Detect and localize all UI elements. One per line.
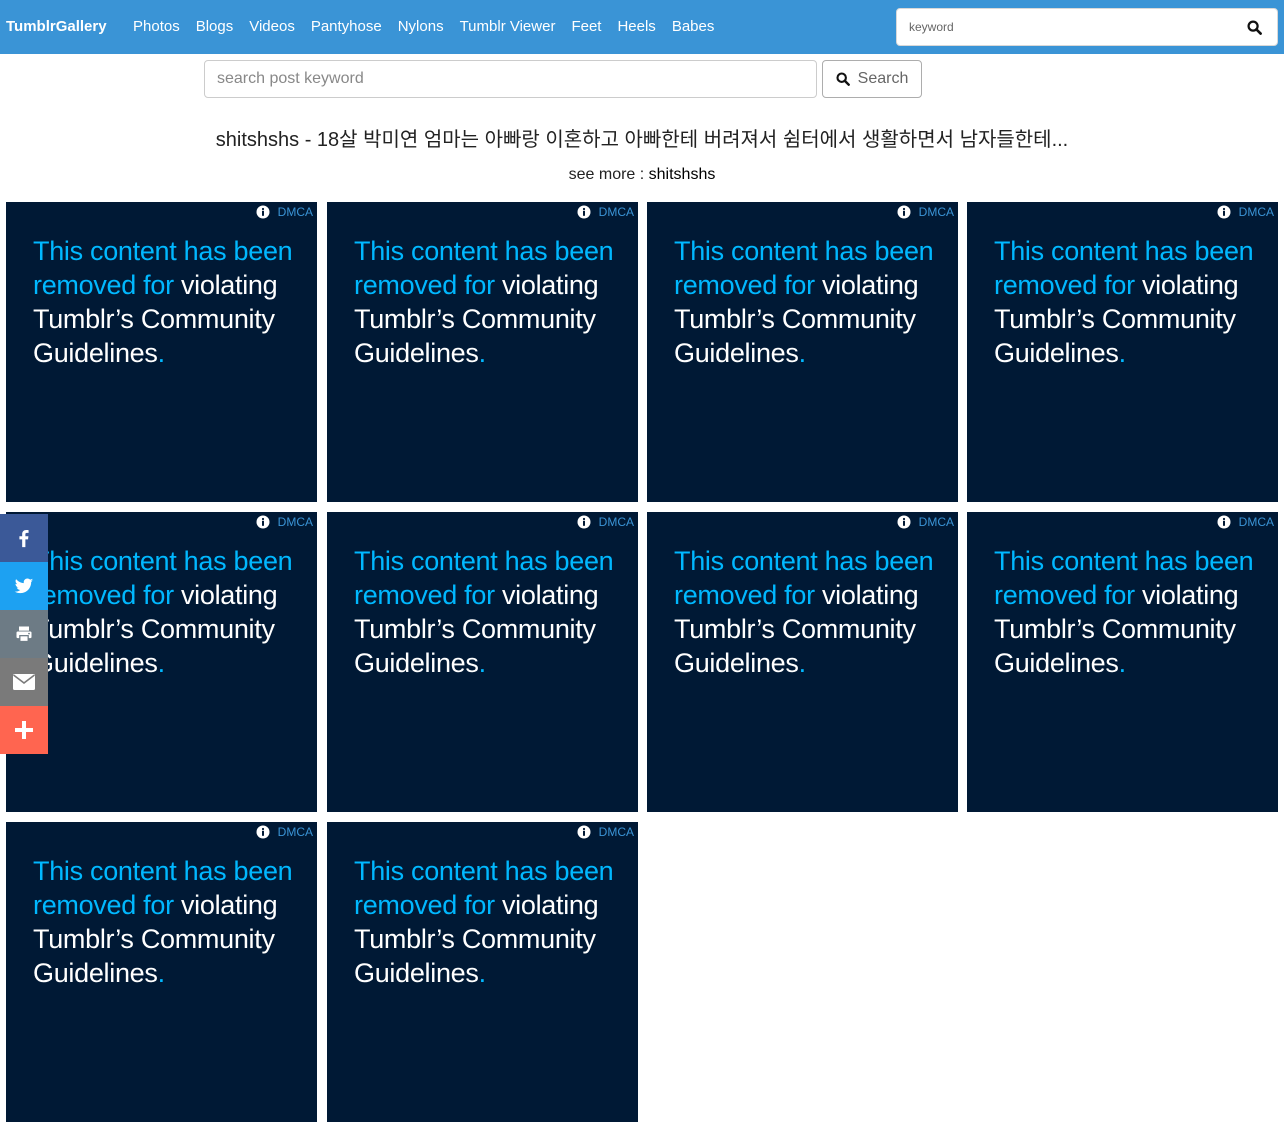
brand-logo[interactable]: TumblrGallery — [6, 18, 107, 35]
gallery-tile[interactable]: DMCA This content has been removed for v… — [647, 202, 958, 502]
share-more-button[interactable] — [0, 706, 48, 754]
dmca-link[interactable]: DMCA — [599, 515, 634, 529]
content-removed-notice: This content has been removed for violat… — [33, 546, 293, 678]
tile-toolbar: DMCA — [897, 515, 954, 529]
tile-toolbar: DMCA — [256, 515, 313, 529]
page-title: shitshshs - 18살 박미연 엄마는 아빠랑 이혼하고 아빠한테 버려… — [215, 129, 1069, 151]
nav-link-videos[interactable]: Videos — [249, 18, 295, 35]
dmca-link[interactable]: DMCA — [1239, 205, 1274, 219]
info-icon[interactable] — [256, 825, 270, 839]
tile-toolbar: DMCA — [256, 205, 313, 219]
info-icon[interactable] — [897, 205, 911, 219]
dmca-link[interactable]: DMCA — [599, 825, 634, 839]
share-facebook-button[interactable] — [0, 514, 48, 562]
gallery-tile[interactable]: DMCA This content has been removed for v… — [327, 822, 638, 1122]
info-icon[interactable] — [897, 515, 911, 529]
email-icon — [13, 674, 35, 690]
twitter-icon — [14, 578, 34, 594]
info-icon[interactable] — [1217, 205, 1231, 219]
nav-link-nylons[interactable]: Nylons — [398, 18, 444, 35]
tile-toolbar: DMCA — [256, 825, 313, 839]
dmca-link[interactable]: DMCA — [919, 205, 954, 219]
nav-link-photos[interactable]: Photos — [133, 18, 180, 35]
info-icon[interactable] — [577, 205, 591, 219]
content-removed-notice: This content has been removed for violat… — [994, 546, 1254, 678]
dmca-link[interactable]: DMCA — [599, 205, 634, 219]
content-removed-notice: This content has been removed for violat… — [354, 856, 614, 988]
tile-toolbar: DMCA — [897, 205, 954, 219]
facebook-icon — [19, 530, 29, 548]
content-removed-notice: This content has been removed for violat… — [33, 236, 293, 368]
see-more: see more : shitshshs — [0, 166, 1284, 184]
share-email-button[interactable] — [0, 658, 48, 706]
info-icon[interactable] — [256, 205, 270, 219]
info-icon[interactable] — [1217, 515, 1231, 529]
tile-toolbar: DMCA — [577, 825, 634, 839]
see-more-label: see more : — [568, 166, 649, 183]
content-removed-notice: This content has been removed for violat… — [994, 236, 1254, 368]
info-icon[interactable] — [256, 515, 270, 529]
nav-link-blogs[interactable]: Blogs — [196, 18, 234, 35]
gallery-tile[interactable]: DMCA This content has been removed for v… — [327, 202, 638, 502]
nav-links: Photos Blogs Videos Pantyhose Nylons Tum… — [125, 18, 722, 35]
post-search-input[interactable] — [204, 60, 817, 98]
share-bar — [0, 514, 48, 754]
gallery-tile[interactable]: DMCA This content has been removed for v… — [967, 202, 1278, 502]
content-removed-notice: This content has been removed for violat… — [354, 236, 614, 368]
content-removed-notice: This content has been removed for violat… — [33, 856, 293, 988]
tile-toolbar: DMCA — [1217, 515, 1274, 529]
tile-toolbar: DMCA — [577, 205, 634, 219]
nav-link-babes[interactable]: Babes — [672, 18, 715, 35]
see-more-blog-link[interactable]: shitshshs — [649, 166, 716, 183]
nav-link-pantyhose[interactable]: Pantyhose — [311, 18, 382, 35]
plus-icon — [15, 721, 33, 739]
search-icon — [1246, 19, 1262, 35]
nav-link-tumblr-viewer[interactable]: Tumblr Viewer — [460, 18, 556, 35]
keyword-search-input[interactable] — [897, 9, 1227, 45]
nav-link-heels[interactable]: Heels — [617, 18, 655, 35]
keyword-search-button[interactable] — [1231, 9, 1277, 45]
post-search-button-label: Search — [857, 70, 909, 87]
dmca-link[interactable]: DMCA — [278, 825, 313, 839]
nav-link-feet[interactable]: Feet — [571, 18, 601, 35]
top-search-box — [896, 8, 1278, 46]
gallery-tile[interactable]: DMCA This content has been removed for v… — [647, 512, 958, 812]
gallery-tile[interactable]: DMCA This content has been removed for v… — [6, 822, 317, 1122]
info-icon[interactable] — [577, 825, 591, 839]
content-removed-notice: This content has been removed for violat… — [674, 236, 934, 368]
dmca-link[interactable]: DMCA — [278, 205, 313, 219]
dmca-link[interactable]: DMCA — [919, 515, 954, 529]
info-icon[interactable] — [577, 515, 591, 529]
share-twitter-button[interactable] — [0, 562, 48, 610]
gallery-tile[interactable]: DMCA This content has been removed for v… — [6, 512, 317, 812]
tile-toolbar: DMCA — [577, 515, 634, 529]
content-removed-notice: This content has been removed for violat… — [354, 546, 614, 678]
gallery-tile[interactable]: DMCA This content has been removed for v… — [6, 202, 317, 502]
post-search-button[interactable]: Search — [822, 60, 922, 98]
content-removed-notice: This content has been removed for violat… — [674, 546, 934, 678]
print-icon — [16, 626, 32, 643]
search-icon — [836, 72, 850, 86]
gallery-tile[interactable]: DMCA This content has been removed for v… — [967, 512, 1278, 812]
tile-toolbar: DMCA — [1217, 205, 1274, 219]
dmca-link[interactable]: DMCA — [278, 515, 313, 529]
gallery-tile[interactable]: DMCA This content has been removed for v… — [327, 512, 638, 812]
top-navbar: TumblrGallery Photos Blogs Videos Pantyh… — [0, 0, 1284, 54]
dmca-link[interactable]: DMCA — [1239, 515, 1274, 529]
share-print-button[interactable] — [0, 610, 48, 658]
